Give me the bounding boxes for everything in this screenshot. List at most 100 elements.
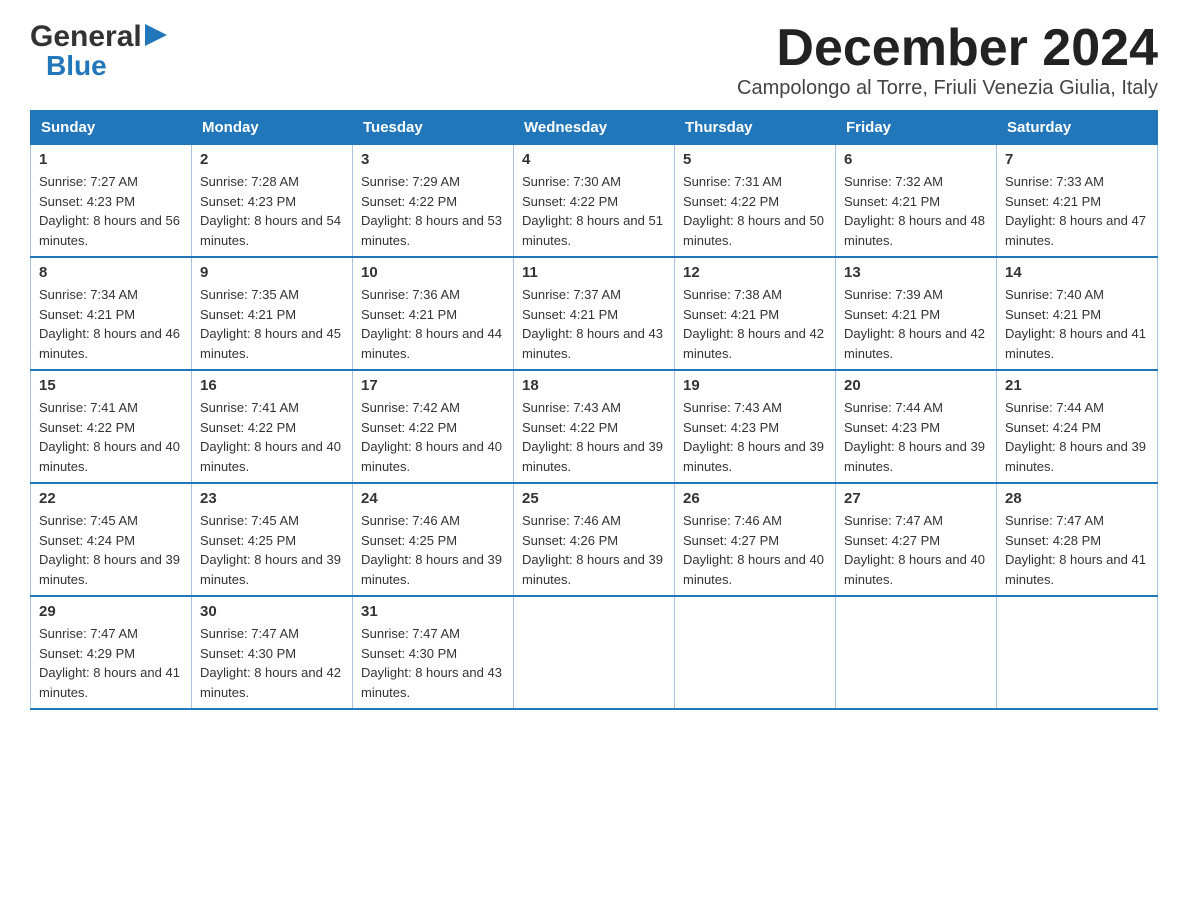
- sunrise-label: Sunrise: 7:47 AM: [1005, 513, 1104, 528]
- sunset-label: Sunset: 4:21 PM: [1005, 307, 1101, 322]
- daylight-label: Daylight: 8 hours and 50 minutes.: [683, 213, 824, 248]
- calendar-day-cell: 28 Sunrise: 7:47 AM Sunset: 4:28 PM Dayl…: [997, 483, 1158, 596]
- daylight-label: Daylight: 8 hours and 39 minutes.: [683, 439, 824, 474]
- day-of-week-header: Thursday: [675, 111, 836, 145]
- daylight-label: Daylight: 8 hours and 54 minutes.: [200, 213, 341, 248]
- day-info: Sunrise: 7:47 AM Sunset: 4:30 PM Dayligh…: [200, 624, 344, 702]
- sunset-label: Sunset: 4:21 PM: [683, 307, 779, 322]
- sunrise-label: Sunrise: 7:43 AM: [683, 400, 782, 415]
- day-number: 17: [361, 377, 505, 394]
- daylight-label: Daylight: 8 hours and 47 minutes.: [1005, 213, 1146, 248]
- day-number: 24: [361, 490, 505, 507]
- sunrise-label: Sunrise: 7:46 AM: [683, 513, 782, 528]
- calendar-week-row: 8 Sunrise: 7:34 AM Sunset: 4:21 PM Dayli…: [31, 257, 1158, 370]
- logo: General Blue: [30, 20, 167, 82]
- day-number: 18: [522, 377, 666, 394]
- sunrise-label: Sunrise: 7:44 AM: [844, 400, 943, 415]
- day-info: Sunrise: 7:39 AM Sunset: 4:21 PM Dayligh…: [844, 285, 988, 363]
- day-info: Sunrise: 7:29 AM Sunset: 4:22 PM Dayligh…: [361, 172, 505, 250]
- sunrise-label: Sunrise: 7:28 AM: [200, 174, 299, 189]
- daylight-label: Daylight: 8 hours and 39 minutes.: [522, 439, 663, 474]
- daylight-label: Daylight: 8 hours and 39 minutes.: [39, 552, 180, 587]
- day-number: 31: [361, 603, 505, 620]
- sunrise-label: Sunrise: 7:47 AM: [844, 513, 943, 528]
- day-info: Sunrise: 7:32 AM Sunset: 4:21 PM Dayligh…: [844, 172, 988, 250]
- sunrise-label: Sunrise: 7:31 AM: [683, 174, 782, 189]
- day-number: 6: [844, 151, 988, 168]
- calendar-day-cell: 23 Sunrise: 7:45 AM Sunset: 4:25 PM Dayl…: [192, 483, 353, 596]
- day-info: Sunrise: 7:36 AM Sunset: 4:21 PM Dayligh…: [361, 285, 505, 363]
- sunrise-label: Sunrise: 7:36 AM: [361, 287, 460, 302]
- sunset-label: Sunset: 4:29 PM: [39, 646, 135, 661]
- day-info: Sunrise: 7:35 AM Sunset: 4:21 PM Dayligh…: [200, 285, 344, 363]
- day-number: 3: [361, 151, 505, 168]
- day-number: 28: [1005, 490, 1149, 507]
- sunset-label: Sunset: 4:24 PM: [1005, 420, 1101, 435]
- daylight-label: Daylight: 8 hours and 51 minutes.: [522, 213, 663, 248]
- day-of-week-header: Sunday: [31, 111, 192, 145]
- calendar-day-cell: 14 Sunrise: 7:40 AM Sunset: 4:21 PM Dayl…: [997, 257, 1158, 370]
- day-of-week-header: Monday: [192, 111, 353, 145]
- calendar-day-cell: 13 Sunrise: 7:39 AM Sunset: 4:21 PM Dayl…: [836, 257, 997, 370]
- calendar-day-cell: [997, 596, 1158, 709]
- daylight-label: Daylight: 8 hours and 53 minutes.: [361, 213, 502, 248]
- calendar-day-cell: 1 Sunrise: 7:27 AM Sunset: 4:23 PM Dayli…: [31, 145, 192, 258]
- day-info: Sunrise: 7:45 AM Sunset: 4:25 PM Dayligh…: [200, 511, 344, 589]
- day-of-week-header: Friday: [836, 111, 997, 145]
- daylight-label: Daylight: 8 hours and 40 minutes.: [844, 552, 985, 587]
- day-info: Sunrise: 7:31 AM Sunset: 4:22 PM Dayligh…: [683, 172, 827, 250]
- calendar-day-cell: 19 Sunrise: 7:43 AM Sunset: 4:23 PM Dayl…: [675, 370, 836, 483]
- calendar-day-cell: 18 Sunrise: 7:43 AM Sunset: 4:22 PM Dayl…: [514, 370, 675, 483]
- day-number: 26: [683, 490, 827, 507]
- calendar-week-row: 29 Sunrise: 7:47 AM Sunset: 4:29 PM Dayl…: [31, 596, 1158, 709]
- daylight-label: Daylight: 8 hours and 40 minutes.: [200, 439, 341, 474]
- daylight-label: Daylight: 8 hours and 41 minutes.: [1005, 552, 1146, 587]
- day-info: Sunrise: 7:46 AM Sunset: 4:26 PM Dayligh…: [522, 511, 666, 589]
- day-info: Sunrise: 7:44 AM Sunset: 4:24 PM Dayligh…: [1005, 398, 1149, 476]
- sunrise-label: Sunrise: 7:38 AM: [683, 287, 782, 302]
- calendar-day-cell: 2 Sunrise: 7:28 AM Sunset: 4:23 PM Dayli…: [192, 145, 353, 258]
- sunrise-label: Sunrise: 7:33 AM: [1005, 174, 1104, 189]
- day-info: Sunrise: 7:46 AM Sunset: 4:25 PM Dayligh…: [361, 511, 505, 589]
- sunset-label: Sunset: 4:21 PM: [1005, 194, 1101, 209]
- day-info: Sunrise: 7:42 AM Sunset: 4:22 PM Dayligh…: [361, 398, 505, 476]
- day-info: Sunrise: 7:47 AM Sunset: 4:29 PM Dayligh…: [39, 624, 183, 702]
- sunset-label: Sunset: 4:22 PM: [522, 420, 618, 435]
- day-info: Sunrise: 7:44 AM Sunset: 4:23 PM Dayligh…: [844, 398, 988, 476]
- calendar-table: SundayMondayTuesdayWednesdayThursdayFrid…: [30, 110, 1158, 710]
- sunset-label: Sunset: 4:25 PM: [361, 533, 457, 548]
- sunrise-label: Sunrise: 7:32 AM: [844, 174, 943, 189]
- calendar-day-cell: 9 Sunrise: 7:35 AM Sunset: 4:21 PM Dayli…: [192, 257, 353, 370]
- calendar-day-cell: 5 Sunrise: 7:31 AM Sunset: 4:22 PM Dayli…: [675, 145, 836, 258]
- daylight-label: Daylight: 8 hours and 43 minutes.: [522, 326, 663, 361]
- sunset-label: Sunset: 4:23 PM: [39, 194, 135, 209]
- logo-blue-text: Blue: [46, 50, 107, 82]
- calendar-week-row: 1 Sunrise: 7:27 AM Sunset: 4:23 PM Dayli…: [31, 145, 1158, 258]
- day-info: Sunrise: 7:37 AM Sunset: 4:21 PM Dayligh…: [522, 285, 666, 363]
- day-number: 15: [39, 377, 183, 394]
- day-info: Sunrise: 7:33 AM Sunset: 4:21 PM Dayligh…: [1005, 172, 1149, 250]
- day-info: Sunrise: 7:43 AM Sunset: 4:23 PM Dayligh…: [683, 398, 827, 476]
- calendar-day-cell: 11 Sunrise: 7:37 AM Sunset: 4:21 PM Dayl…: [514, 257, 675, 370]
- sunrise-label: Sunrise: 7:44 AM: [1005, 400, 1104, 415]
- sunrise-label: Sunrise: 7:37 AM: [522, 287, 621, 302]
- day-number: 5: [683, 151, 827, 168]
- daylight-label: Daylight: 8 hours and 45 minutes.: [200, 326, 341, 361]
- day-info: Sunrise: 7:45 AM Sunset: 4:24 PM Dayligh…: [39, 511, 183, 589]
- calendar-header-row: SundayMondayTuesdayWednesdayThursdayFrid…: [31, 111, 1158, 145]
- daylight-label: Daylight: 8 hours and 46 minutes.: [39, 326, 180, 361]
- daylight-label: Daylight: 8 hours and 39 minutes.: [522, 552, 663, 587]
- title-area: December 2024 Campolongo al Torre, Friul…: [737, 20, 1158, 100]
- daylight-label: Daylight: 8 hours and 44 minutes.: [361, 326, 502, 361]
- calendar-day-cell: 30 Sunrise: 7:47 AM Sunset: 4:30 PM Dayl…: [192, 596, 353, 709]
- sunrise-label: Sunrise: 7:30 AM: [522, 174, 621, 189]
- sunrise-label: Sunrise: 7:47 AM: [361, 626, 460, 641]
- day-of-week-header: Wednesday: [514, 111, 675, 145]
- calendar-day-cell: 27 Sunrise: 7:47 AM Sunset: 4:27 PM Dayl…: [836, 483, 997, 596]
- sunset-label: Sunset: 4:22 PM: [200, 420, 296, 435]
- sunset-label: Sunset: 4:21 PM: [844, 194, 940, 209]
- day-number: 22: [39, 490, 183, 507]
- sunrise-label: Sunrise: 7:34 AM: [39, 287, 138, 302]
- day-info: Sunrise: 7:43 AM Sunset: 4:22 PM Dayligh…: [522, 398, 666, 476]
- sunset-label: Sunset: 4:21 PM: [844, 307, 940, 322]
